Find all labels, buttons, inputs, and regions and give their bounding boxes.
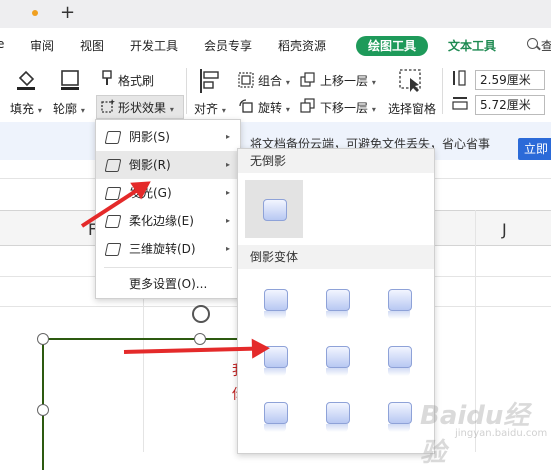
selection-pane-label[interactable]: 选择窗格 [388,100,436,117]
format-painter-icon[interactable] [100,70,114,86]
height-input[interactable]: 2.59厘米 [475,70,545,90]
menu-item-more-settings[interactable]: 更多设置(O)... [96,270,240,298]
soft-edges-icon [104,215,122,228]
chevron-right-icon: ▸ [226,244,231,253]
reflection-variant-shine [388,424,410,432]
menu-item-3d-rotation[interactable]: 三维旋转(D) ▸ [96,235,240,263]
tab-text-tools[interactable]: 文本工具 [448,37,496,54]
reflection-variants-header: 倒影变体 [238,245,434,269]
menu-item-soft-edges[interactable]: 柔化边缘(E) ▸ [96,207,240,235]
selection-pane-icon[interactable] [398,68,424,94]
outline-icon[interactable] [58,68,82,92]
notice-open-button[interactable]: 立即 [518,138,551,160]
reflection-variant-icon[interactable] [264,402,288,424]
no-reflection-icon [263,199,287,221]
reflection-variant-icon[interactable] [388,289,412,311]
search-label[interactable]: 查 [541,37,551,54]
no-reflection-option[interactable] [245,180,303,238]
chevron-right-icon: ▸ [226,188,231,197]
rotate-button[interactable]: 旋转 ▾ [258,99,290,116]
reflection-variant-icon[interactable] [326,289,350,311]
height-icon [453,70,466,86]
menu-docer[interactable]: 稻壳资源 [278,37,326,54]
reflection-variant-shine [326,368,348,376]
rotate-icon[interactable] [238,98,254,114]
3d-rotation-icon [104,243,122,256]
reflection-variant-shine [326,424,348,432]
resize-handle[interactable] [194,333,206,345]
align-icon[interactable] [198,68,222,94]
resize-handle[interactable] [37,333,49,345]
menu-view[interactable]: 视图 [80,37,104,54]
bring-forward-icon[interactable] [300,72,316,88]
menu-divider [104,267,232,268]
column-header-j[interactable]: J [502,220,507,239]
reflection-variant-icon[interactable] [326,346,350,368]
shadow-icon [104,131,122,144]
chevron-right-icon: ▸ [226,160,231,169]
reflection-icon [104,159,122,172]
menu-review[interactable]: 审阅 [30,37,54,54]
fill-label[interactable]: 填充 ▾ [10,100,42,117]
new-tab-button[interactable]: + [60,2,75,23]
search-icon[interactable] [527,38,538,49]
title-bar [0,0,551,28]
reflection-variant-icon[interactable] [388,402,412,424]
reflection-variant-shine [264,368,286,376]
send-backward-button[interactable]: 下移一层 ▾ [320,99,376,116]
watermark-url: jingyan.baidu.com [455,428,548,439]
group-icon[interactable] [238,72,254,88]
reflection-variant-icon[interactable] [326,402,350,424]
ribbon-divider [442,68,443,114]
align-label[interactable]: 对齐 ▾ [194,100,226,117]
chevron-right-icon: ▸ [226,132,231,141]
document-tab-dot-icon[interactable] [32,10,38,16]
no-reflection-header: 无倒影 [238,149,434,173]
menu-member[interactable]: 会员专享 [204,37,252,54]
reflection-variant-shine [264,311,286,319]
rotate-handle-icon[interactable] [192,305,210,323]
resize-handle[interactable] [37,404,49,416]
outline-label[interactable]: 轮廓 ▾ [53,100,85,117]
reflection-variant-icon[interactable] [388,346,412,368]
shape-effects-menu: 阴影(S) ▸ 倒影(R) ▸ 发光(G) ▸ 柔化边缘(E) ▸ 三维旋转(D… [95,119,241,299]
menu-edge-label[interactable]: e [0,37,4,51]
bring-forward-button[interactable]: 上移一层 ▾ [320,72,376,89]
reflection-variant-shine [388,368,410,376]
reflection-variant-shine [326,311,348,319]
reflection-submenu: 无倒影 倒影变体 [237,148,435,454]
menu-item-shadow[interactable]: 阴影(S) ▸ [96,123,240,151]
shape-effects-label: 形状效果 ▾ [118,101,174,115]
format-painter-button[interactable]: 格式刷 [118,72,154,89]
group-button[interactable]: 组合 ▾ [258,72,290,89]
chevron-right-icon: ▸ [226,216,231,225]
shape-effects-icon [101,99,115,113]
reflection-variant-shine [388,311,410,319]
menu-item-reflection[interactable]: 倒影(R) ▸ [96,151,240,179]
menu-developer[interactable]: 开发工具 [130,37,178,54]
tab-drawing-tools[interactable]: 绘图工具 [356,36,428,56]
reflection-variant-shine [264,424,286,432]
ribbon-divider [186,68,187,114]
fill-icon[interactable] [14,68,38,92]
reflection-variant-icon[interactable] [264,289,288,311]
width-input[interactable]: 5.72厘米 [475,95,545,115]
width-icon [452,97,468,110]
send-backward-icon[interactable] [300,98,316,114]
